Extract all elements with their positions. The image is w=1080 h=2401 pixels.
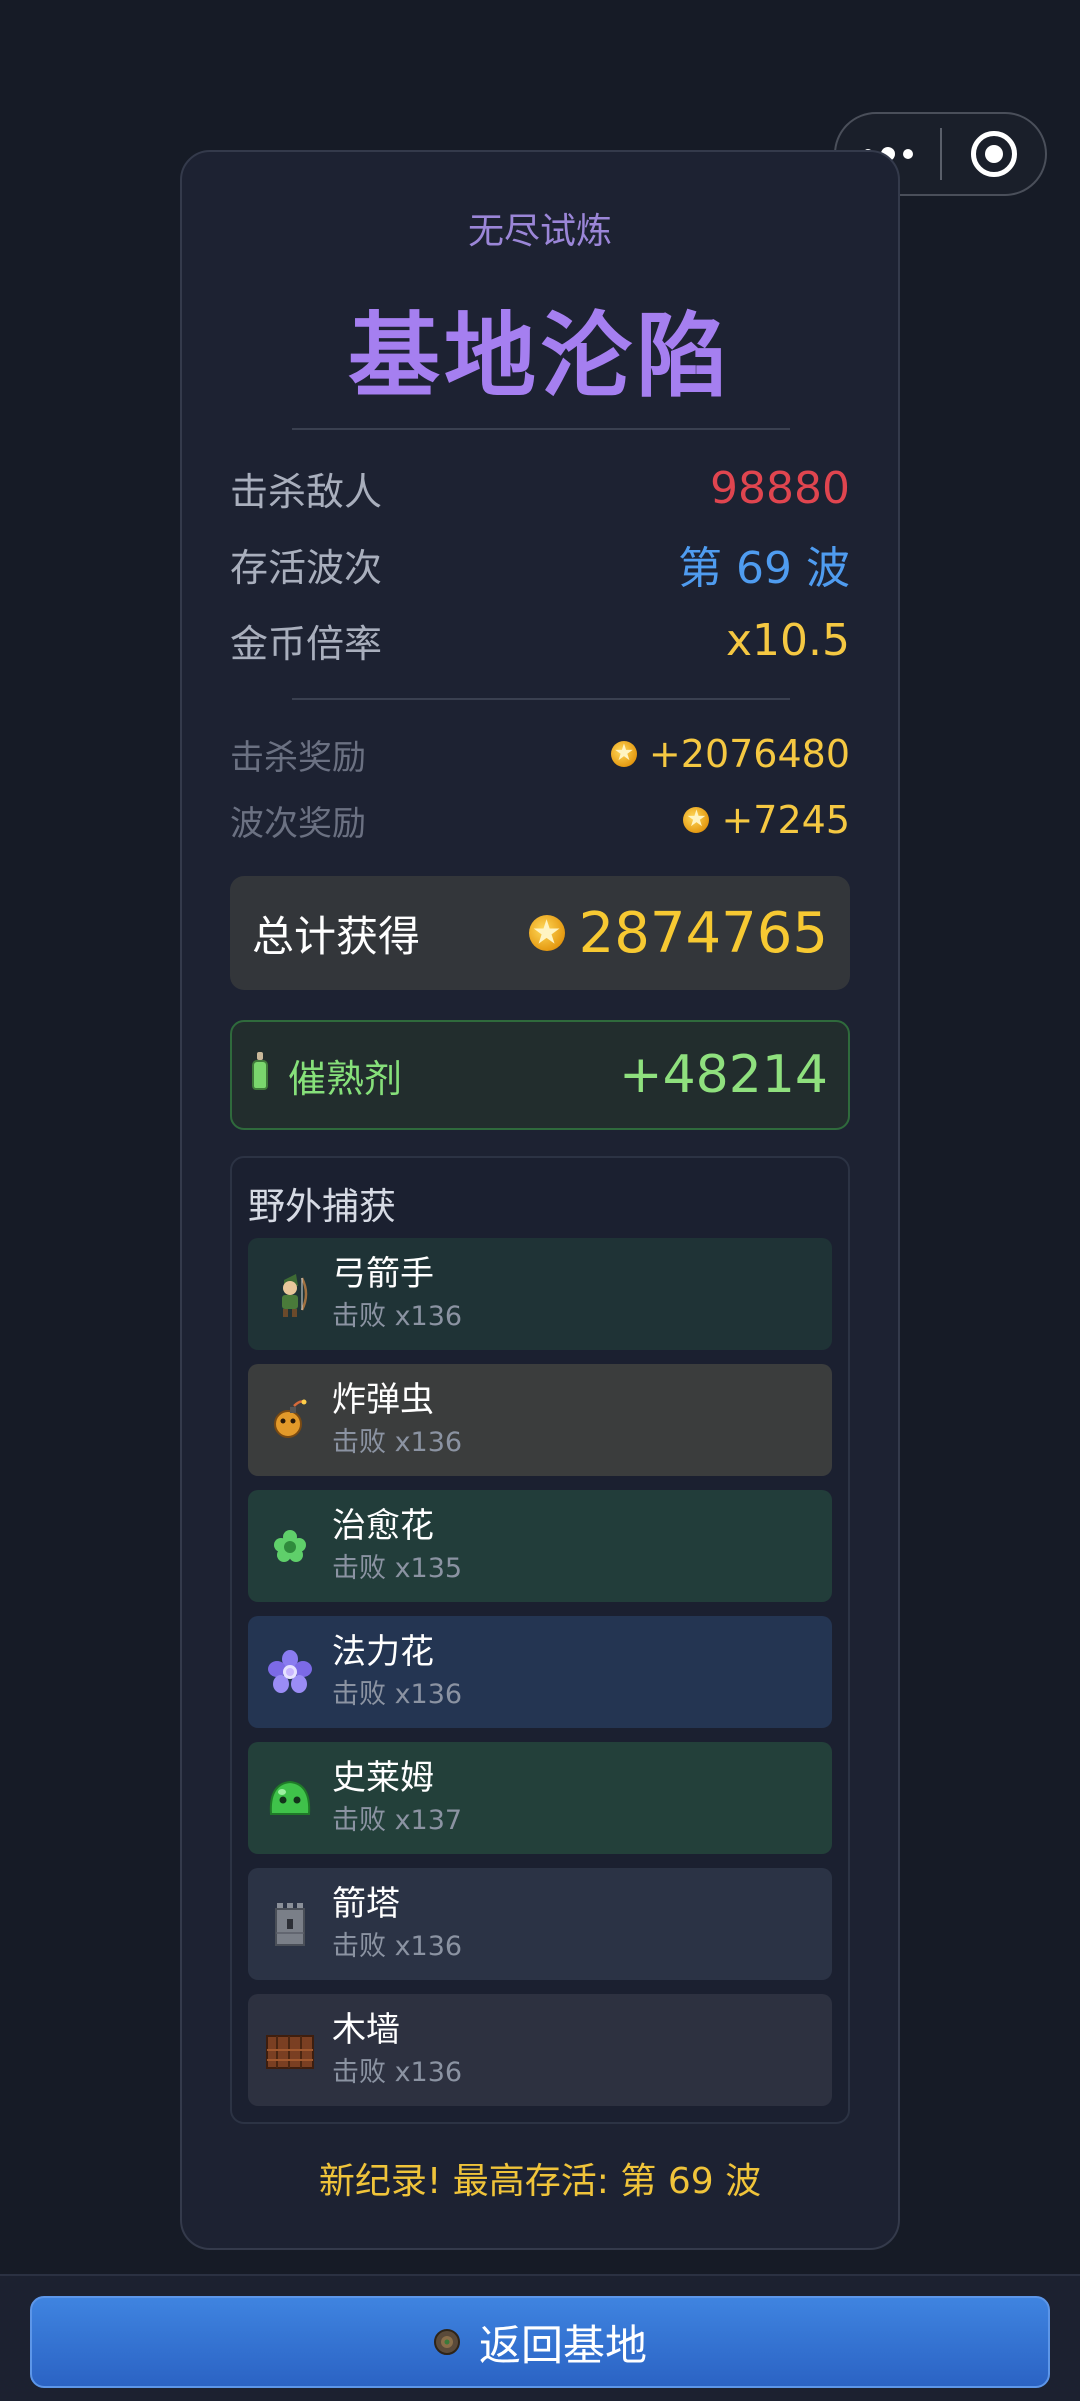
list-item: 法力花 击败 x136	[248, 1616, 832, 1728]
total-amount: 2874765	[528, 900, 828, 966]
icon-slot	[248, 1238, 332, 1350]
icon-slot	[248, 1616, 332, 1728]
list-item: 治愈花 击败 x135	[248, 1490, 832, 1602]
waves-row: 存活波次 第 69 波	[230, 534, 850, 594]
wooden-wall-icon	[266, 2035, 314, 2069]
target-icon	[970, 131, 1017, 177]
result-title: 基地沦陷	[347, 303, 732, 410]
dot-icon	[903, 149, 913, 159]
defeat-count: 击败 x136	[332, 1427, 463, 1458]
monster-name: 法力花	[332, 1632, 434, 1672]
coin-icon	[610, 741, 637, 767]
defeat-count: 击败 x136	[332, 1931, 463, 1962]
kill-reward-amount: +2076480	[610, 732, 850, 776]
multiplier-label: 金币倍率	[230, 621, 383, 666]
list-item: 炸弹虫 击败 x136	[248, 1364, 832, 1476]
capture-heading: 野外捕获	[248, 1185, 396, 1228]
bottom-bar: 返回基地	[0, 2274, 1080, 2401]
defeat-count: 击败 x136	[332, 2057, 463, 2088]
defeat-count: 击败 x136	[332, 1301, 463, 1332]
kill-reward-row: 击杀奖励 +2076480	[230, 728, 850, 780]
archer-icon	[282, 1274, 308, 1317]
kill-reward-label: 击杀奖励	[230, 737, 366, 778]
catalyst-label-group: 催熟剂	[252, 1048, 402, 1103]
coin-icon	[683, 807, 710, 833]
total-label: 总计获得	[252, 911, 421, 961]
return-to-base-button[interactable]: 返回基地	[30, 2296, 1050, 2388]
defeat-count: 击败 x136	[332, 1679, 463, 1710]
waves-value: 第 69 波	[678, 543, 850, 594]
monster-name: 箭塔	[332, 1884, 400, 1924]
result-panel: 无尽试炼 基地沦陷 击杀敌人 98880 存活波次 第 69 波 金币倍率 x1…	[180, 150, 900, 2250]
wave-reward-label: 波次奖励	[230, 803, 366, 844]
total-value: 2874765	[578, 900, 828, 966]
defeat-count: 击败 x137	[332, 1805, 463, 1836]
mode-subtitle: 无尽试炼	[467, 211, 612, 252]
defeat-count: 击败 x135	[332, 1553, 463, 1584]
kills-value: 98880	[710, 462, 850, 514]
wave-reward-amount: +7245	[683, 798, 850, 842]
list-item: 史莱姆 击败 x137	[248, 1742, 832, 1854]
total-earned-box: 总计获得 2874765	[230, 876, 850, 990]
new-record-text: 新纪录! 最高存活: 第 69 波	[318, 2161, 762, 2202]
kill-reward-value: +2076480	[648, 732, 850, 776]
monster-name: 炸弹虫	[332, 1380, 434, 1420]
monster-name: 治愈花	[332, 1506, 434, 1546]
multiplier-value: x10.5	[725, 614, 850, 666]
kills-row: 击杀敌人 98880	[230, 458, 850, 518]
monster-name: 史莱姆	[332, 1758, 434, 1798]
icon-slot	[248, 1742, 332, 1854]
coin-icon	[528, 915, 565, 951]
return-button-label: 返回基地	[478, 2320, 647, 2370]
monster-name: 木墙	[332, 2010, 400, 2050]
divider	[292, 428, 790, 430]
slime-icon	[269, 1780, 311, 1815]
mana-flower-icon	[268, 1650, 312, 1693]
arrow-tower-icon	[275, 1903, 305, 1946]
list-item: 木墙 击败 x136	[248, 1994, 832, 2106]
list-item: 箭塔 击败 x136	[248, 1868, 832, 1980]
wild-capture-section: 野外捕获 弓箭手 击败 x136 炸弹虫 击败 x136 治愈花 击败 x135…	[230, 1156, 850, 2124]
catalyst-value: +48214	[619, 1045, 828, 1105]
bomb-bug-icon	[274, 1399, 307, 1438]
catalyst-label: 催熟剂	[288, 1056, 403, 1101]
potion-bottle-icon	[252, 1052, 268, 1090]
list-item: 弓箭手 击败 x136	[248, 1238, 832, 1350]
icon-slot	[248, 1994, 332, 2106]
catalyst-box: 催熟剂 +48214	[230, 1020, 850, 1130]
wave-reward-row: 波次奖励 +7245	[230, 794, 850, 846]
waves-label: 存活波次	[230, 545, 383, 590]
monster-name: 弓箭手	[332, 1254, 434, 1294]
icon-slot	[248, 1868, 332, 1980]
wave-reward-value: +7245	[721, 798, 850, 842]
kills-label: 击杀敌人	[230, 469, 383, 514]
icon-slot	[248, 1490, 332, 1602]
icon-slot	[248, 1364, 332, 1476]
close-miniprogram-button[interactable]	[942, 114, 1045, 194]
divider	[292, 698, 790, 700]
multiplier-row: 金币倍率 x10.5	[230, 610, 850, 670]
base-icon	[433, 2329, 460, 2355]
healing-flower-icon	[274, 1530, 306, 1562]
